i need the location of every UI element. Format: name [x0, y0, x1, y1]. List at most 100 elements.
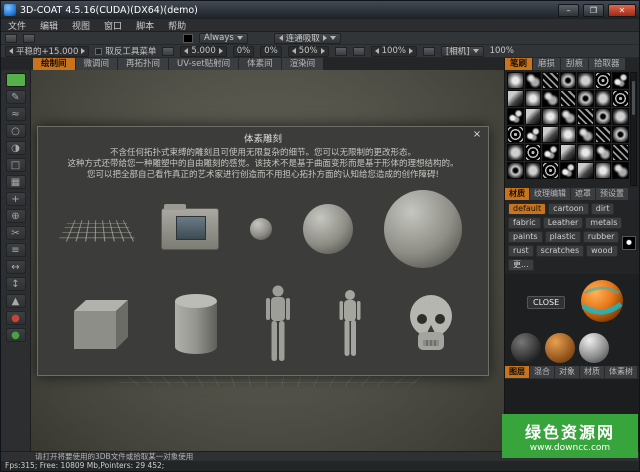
- symmetry-icon[interactable]: [353, 47, 365, 56]
- brush-thumbnail[interactable]: [612, 108, 629, 125]
- brush-thumbnail[interactable]: [612, 126, 629, 143]
- brush-thumbnail[interactable]: [612, 72, 629, 89]
- pose-tool[interactable]: ▲: [6, 294, 26, 308]
- brush-thumbnail[interactable]: [560, 144, 577, 161]
- shader-preview-ball[interactable]: [579, 278, 625, 324]
- picked-color-swatch[interactable]: [622, 236, 636, 250]
- brush-thumbnail[interactable]: [577, 144, 594, 161]
- brush-thumbnail[interactable]: [542, 126, 559, 143]
- material-chip[interactable]: scratches: [536, 245, 584, 257]
- brush-thumbnail[interactable]: [612, 90, 629, 107]
- maximize-button[interactable]: ❐: [583, 4, 604, 17]
- material-thumbnail[interactable]: [545, 333, 575, 363]
- brush-thumbnail[interactable]: [560, 162, 577, 179]
- panel-tab[interactable]: 拾取器: [589, 58, 625, 70]
- primitive-cube[interactable]: [68, 295, 132, 353]
- brush-thumbnail[interactable]: [612, 144, 629, 161]
- room-tab[interactable]: 体素间: [239, 58, 281, 70]
- brush-scrollbar[interactable]: [630, 72, 637, 186]
- increment-icon[interactable]: [81, 48, 85, 54]
- camera-dropdown[interactable]: [相机]: [441, 46, 484, 57]
- room-tab[interactable]: 渲染间: [282, 58, 324, 70]
- radius-spinner[interactable]: 5.000: [180, 46, 226, 57]
- brush-thumbnail[interactable]: [577, 108, 594, 125]
- brush-thumbnail[interactable]: [560, 72, 577, 89]
- material-thumbnail[interactable]: [511, 333, 541, 363]
- panel-bottom-tab[interactable]: 对象: [555, 366, 579, 378]
- brush-thumbnail[interactable]: [507, 126, 524, 143]
- pencil-tool[interactable]: ✎: [6, 90, 26, 104]
- brush-thumbnail[interactable]: [507, 90, 524, 107]
- brush-thumbnail[interactable]: [542, 162, 559, 179]
- brush-thumbnail[interactable]: [560, 90, 577, 107]
- brush-thumbnail[interactable]: [525, 72, 542, 89]
- halftone-tool[interactable]: ◑: [6, 141, 26, 155]
- brush-thumbnail[interactable]: [525, 126, 542, 143]
- material-chip[interactable]: metals: [585, 217, 622, 229]
- material-chip[interactable]: default: [508, 203, 546, 215]
- menu-item[interactable]: 编辑: [33, 19, 65, 32]
- decrement-icon[interactable]: [292, 48, 296, 54]
- record-button[interactable]: ●: [6, 311, 26, 325]
- zoom-spinner[interactable]: 100%: [371, 46, 417, 57]
- eyedropper-icon[interactable]: [162, 47, 174, 56]
- material-chip[interactable]: cartoon: [548, 203, 589, 215]
- brush-thumbnail[interactable]: [525, 144, 542, 161]
- black-color-swatch[interactable]: [183, 34, 193, 43]
- pick-mode-dropdown[interactable]: 连通吸取: [274, 33, 341, 44]
- draw-mode-icon[interactable]: [5, 34, 17, 43]
- target-tool[interactable]: ⊕: [6, 209, 26, 223]
- menu-item[interactable]: 帮助: [161, 19, 193, 32]
- brush-thumbnail[interactable]: [595, 108, 612, 125]
- material-tab[interactable]: 材质: [505, 188, 529, 200]
- close-preview-button[interactable]: CLOSE: [527, 296, 565, 309]
- decrement-icon[interactable]: [375, 48, 379, 54]
- material-tab[interactable]: 遮罩: [571, 188, 595, 200]
- increment-icon[interactable]: [321, 48, 325, 54]
- material-chip[interactable]: rubber: [583, 231, 620, 243]
- viewport-3d[interactable]: 体素雕刻 × 不含任何拓扑式束缚的雕刻且可使用无限复杂的细节。您可以无限制的更改…: [31, 70, 504, 451]
- primitive-sphere-medium[interactable]: [303, 204, 353, 254]
- play-button[interactable]: ●: [6, 328, 26, 342]
- panel-bottom-tab[interactable]: 混合: [530, 366, 554, 378]
- move-v-tool[interactable]: ↕: [6, 277, 26, 291]
- increment-icon[interactable]: [409, 48, 413, 54]
- curve-tool[interactable]: ≈: [6, 107, 26, 121]
- smoothing-spinner[interactable]: 平稳的+15.000: [5, 46, 89, 57]
- brush-thumbnail[interactable]: [525, 90, 542, 107]
- panel-tab[interactable]: 笔刷: [505, 58, 532, 70]
- room-tab[interactable]: 微调间: [76, 58, 118, 70]
- add-tool[interactable]: +: [6, 192, 26, 206]
- material-chip[interactable]: plastic: [545, 231, 581, 243]
- primitive-female-figure[interactable]: [335, 289, 365, 359]
- invert-tool-checkbox[interactable]: 取反工具菜单: [95, 45, 156, 57]
- current-color-swatch[interactable]: [6, 73, 26, 87]
- panel-bottom-tab[interactable]: 图层: [505, 366, 529, 378]
- material-chip[interactable]: wood: [586, 245, 617, 257]
- brush-thumbnail[interactable]: [595, 72, 612, 89]
- panel-bottom-tab[interactable]: 材质: [580, 366, 604, 378]
- material-tab[interactable]: 预设置: [596, 188, 628, 200]
- primitive-male-figure[interactable]: [261, 284, 295, 364]
- decrement-icon[interactable]: [9, 48, 13, 54]
- menu-item[interactable]: 视图: [65, 19, 97, 32]
- scrollbar-thumb[interactable]: [632, 81, 635, 115]
- menu-item[interactable]: 窗口: [97, 19, 129, 32]
- room-tab[interactable]: UV-set贴射间: [169, 58, 238, 70]
- close-button[interactable]: ✕: [608, 4, 636, 17]
- brush-thumbnail[interactable]: [542, 144, 559, 161]
- grid-toggle-icon[interactable]: [423, 47, 435, 56]
- material-thumbnail[interactable]: [579, 333, 609, 363]
- primitive-import-folder[interactable]: [161, 208, 219, 250]
- primitive-skull[interactable]: [404, 292, 458, 356]
- brush-thumbnail[interactable]: [612, 162, 629, 179]
- material-chip[interactable]: dirt: [591, 203, 615, 215]
- material-more-chip[interactable]: 更...: [508, 259, 534, 271]
- brush-thumbnail[interactable]: [507, 162, 524, 179]
- always-dropdown[interactable]: Always: [199, 33, 248, 44]
- menu-item[interactable]: 文件: [1, 19, 33, 32]
- material-chip[interactable]: rust: [508, 245, 534, 257]
- brush-thumbnail[interactable]: [542, 72, 559, 89]
- dialog-close-icon[interactable]: ×: [471, 129, 483, 140]
- depth-spinner[interactable]: 0%: [233, 46, 255, 57]
